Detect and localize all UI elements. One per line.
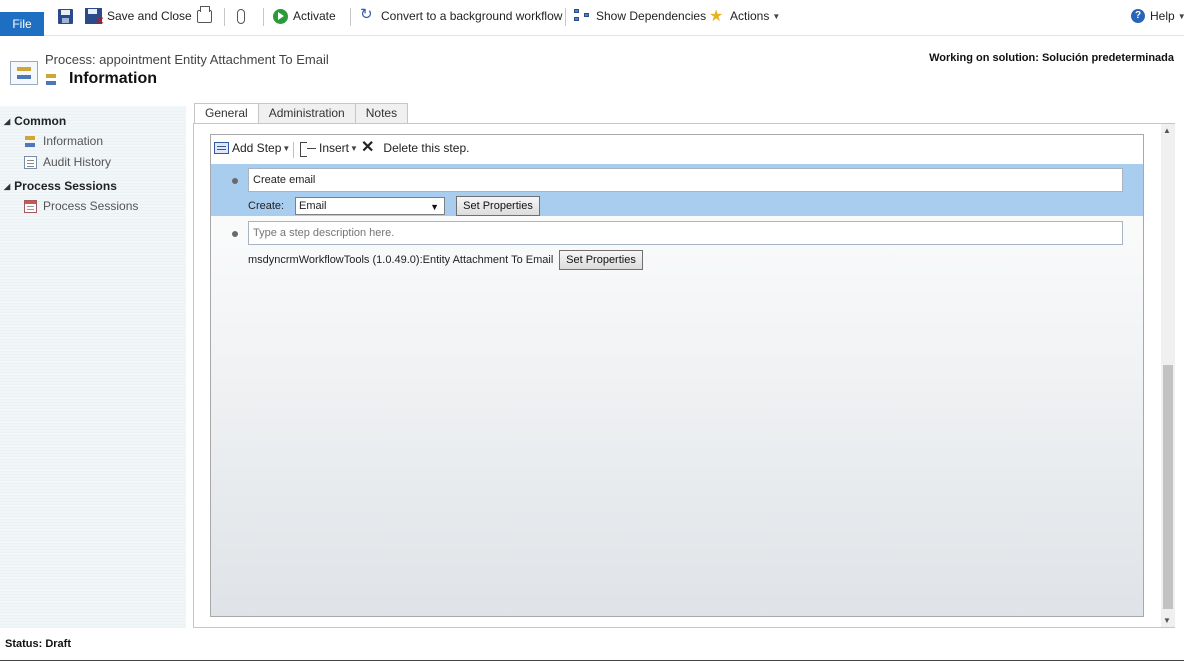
page-title[interactable]: Information [69, 70, 157, 88]
delete-step-label: Delete this step. [383, 141, 470, 155]
create-label: Create: [248, 200, 285, 212]
left-navigation: ◢ Common Information Audit History ◢ Pro… [0, 106, 186, 628]
form-tabs: General Administration Notes [194, 103, 409, 124]
toolbar-separator [293, 142, 294, 158]
step-bullet [232, 231, 238, 237]
save-button[interactable] [58, 6, 73, 26]
actions-button[interactable]: Actions ▼ [709, 6, 780, 26]
status-bar: Status: Draft [0, 628, 1184, 661]
nav-item-process-sessions[interactable]: Process Sessions [24, 199, 138, 213]
convert-icon [360, 5, 376, 24]
step-bullet [232, 178, 238, 184]
tab-general[interactable]: General [194, 103, 259, 124]
print-button[interactable] [197, 5, 212, 26]
ribbon-separator [350, 8, 351, 26]
scrollbar-thumb[interactable] [1163, 365, 1173, 609]
nav-item-label: Information [43, 134, 104, 148]
scroll-down-icon[interactable]: ▼ [1163, 616, 1171, 625]
process-icon [45, 73, 59, 87]
show-dependencies-button[interactable]: Show Dependencies [574, 6, 706, 26]
attach-button[interactable] [237, 6, 245, 26]
nav-item-audit-history[interactable]: Audit History [24, 155, 111, 169]
help-label: Help [1150, 9, 1175, 23]
nav-item-information[interactable]: Information [24, 134, 103, 148]
save-and-close-button[interactable]: Save and Close [85, 6, 192, 27]
custom-activity-label: msdyncrmWorkflowTools (1.0.49.0):Entity … [248, 254, 554, 266]
dependencies-icon [574, 9, 591, 23]
step-description-input[interactable] [248, 168, 1123, 192]
chevron-down-icon: ▼ [1177, 11, 1184, 21]
chevron-down-icon: ▼ [282, 143, 291, 153]
convert-button[interactable]: Convert to a background workflow [360, 5, 563, 26]
add-step-label: Add Step [232, 141, 282, 155]
nav-item-label: Process Sessions [43, 199, 139, 213]
ribbon-separator [263, 8, 264, 26]
insert-label: Insert [319, 141, 350, 155]
designer-toolbar: Add Step ▼ Insert ▼ ✕ Delete this step. [211, 135, 1143, 163]
delete-icon: ✕ [361, 139, 375, 156]
save-icon [58, 8, 73, 24]
nav-group-common[interactable]: ◢ Common [4, 114, 66, 128]
audit-icon [24, 155, 37, 169]
chevron-down-icon: ▼ [430, 202, 439, 212]
nav-item-label: Audit History [43, 155, 112, 169]
tab-notes[interactable]: Notes [354, 103, 409, 123]
ribbon: File Save and Close Activate Convert to … [0, 0, 1184, 36]
set-properties-button[interactable]: Set Properties [559, 250, 643, 270]
step-create-email[interactable]: Create: Email ▼ Set Properties [211, 164, 1143, 216]
activate-label: Activate [293, 9, 336, 23]
nav-group-label: Process Sessions [14, 179, 117, 193]
ribbon-separator [224, 8, 225, 26]
save-and-close-icon [85, 8, 104, 27]
convert-label: Convert to a background workflow [381, 9, 563, 23]
nav-group-label: Common [14, 114, 67, 128]
solution-label: Working on solution: Solución predetermi… [929, 52, 1174, 64]
tab-administration[interactable]: Administration [257, 103, 356, 123]
process-icon [24, 135, 37, 148]
activate-icon [273, 8, 288, 24]
collapse-triangle-icon: ◢ [4, 116, 11, 126]
vertical-scrollbar[interactable]: ▲ ▼ [1161, 124, 1175, 627]
create-entity-value: Email [299, 200, 327, 212]
show-dependencies-label: Show Dependencies [596, 9, 707, 23]
sessions-icon [24, 199, 37, 213]
insert-button[interactable]: Insert ▼ [300, 141, 358, 157]
collapse-triangle-icon: ◢ [4, 181, 11, 191]
add-step-icon [214, 142, 229, 154]
save-and-close-label: Save and Close [107, 9, 192, 23]
create-entity-select[interactable]: Email ▼ [295, 197, 445, 215]
help-icon: ? [1131, 9, 1145, 23]
status-text: Status: Draft [5, 638, 72, 650]
step-description-input[interactable] [248, 221, 1123, 245]
page-header: Process: appointment Entity Attachment T… [0, 37, 1184, 99]
print-icon [197, 5, 212, 23]
actions-label: Actions [730, 9, 770, 23]
help-button[interactable]: ? Help ▼ [1131, 6, 1184, 26]
delete-step-button[interactable]: ✕ Delete this step. [361, 139, 470, 156]
paperclip-icon [237, 8, 245, 24]
process-entity-icon [10, 61, 38, 85]
nav-group-process-sessions[interactable]: ◢ Process Sessions [4, 179, 117, 193]
actions-icon [709, 6, 725, 26]
add-step-button[interactable]: Add Step ▼ [214, 141, 290, 155]
set-properties-button[interactable]: Set Properties [456, 196, 540, 216]
page-subtitle: Process: appointment Entity Attachment T… [45, 52, 329, 67]
file-button[interactable]: File [0, 12, 44, 36]
insert-icon [300, 141, 316, 157]
chevron-down-icon: ▼ [772, 11, 781, 21]
ribbon-separator [565, 8, 566, 26]
activate-button[interactable]: Activate [273, 6, 336, 26]
scroll-up-icon[interactable]: ▲ [1163, 126, 1171, 135]
workflow-designer: Add Step ▼ Insert ▼ ✕ Delete this step. … [210, 134, 1144, 617]
chevron-down-icon: ▼ [350, 143, 358, 153]
